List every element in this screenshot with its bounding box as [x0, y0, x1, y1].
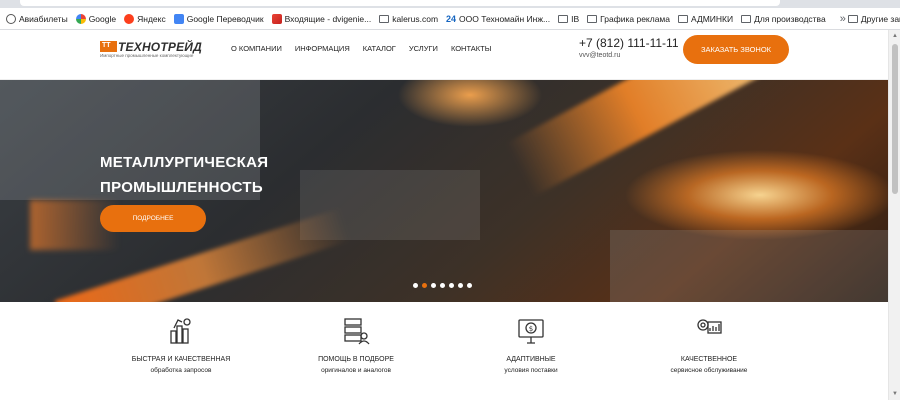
nav-catalog[interactable]: КАТАЛОГ [363, 44, 396, 53]
feature-title: БЫСТРАЯ И КАЧЕСТВЕННАЯ [131, 356, 231, 363]
folder-icon [587, 14, 598, 23]
main-nav: О КОМПАНИИ ИНФОРМАЦИЯ КАТАЛОГ УСЛУГИ КОН… [231, 44, 491, 53]
bookmark-google-translate[interactable]: Google Переводчик [173, 13, 264, 24]
nav-services[interactable]: УСЛУГИ [409, 44, 438, 53]
feature-help-selection: ПОМОЩЬ В ПОДБОРЕ оригиналов и аналогов [276, 316, 436, 374]
bookmark-google[interactable]: Google [75, 13, 116, 24]
folder-icon [558, 14, 569, 23]
feature-subtitle: условия поставки [504, 367, 558, 374]
hand-icon [170, 318, 191, 344]
feature-subtitle: сервисное обслуживание [670, 367, 748, 374]
hero-rollers [610, 230, 888, 302]
bookmark-production[interactable]: Для производства [741, 14, 826, 24]
slider-dot[interactable] [413, 283, 418, 288]
feature-quality-service: КАЧЕСТВЕННОЕ сервисное обслуживание [629, 316, 789, 374]
nav-info[interactable]: ИНФОРМАЦИЯ [295, 44, 350, 53]
slider-dot[interactable] [440, 283, 445, 288]
site-header: TT ТЕХНОТРЕЙД Импортные промышленные ком… [0, 30, 888, 80]
nav-about[interactable]: О КОМПАНИИ [231, 44, 282, 53]
globe-icon [6, 13, 16, 24]
svg-text:$: $ [529, 325, 533, 333]
browser-tab-strip [0, 0, 900, 8]
logo[interactable]: TT ТЕХНОТРЕЙД Импортные промышленные ком… [100, 40, 206, 59]
feature-subtitle: оригиналов и аналогов [321, 367, 391, 374]
folder-icon [847, 14, 858, 23]
slider-dot[interactable] [458, 283, 463, 288]
features-section: БЫСТРАЯ И КАЧЕСТВЕННАЯ обработка запросо… [0, 302, 888, 400]
bookmark-yandex[interactable]: Яндекс [124, 13, 166, 24]
scroll-down-arrow-icon[interactable]: ▼ [892, 391, 898, 397]
folder-icon [741, 14, 752, 23]
monitor-money-icon: $ [518, 319, 544, 344]
page-scrollbar[interactable]: ▲ ▼ [888, 30, 900, 400]
slider-dot[interactable] [431, 283, 436, 288]
hero-more-button[interactable]: ПОДРОБНЕЕ [100, 205, 206, 232]
bookmark-gmail[interactable]: Входящие - dvigenie... [271, 13, 371, 24]
google-icon [75, 13, 86, 24]
feature-title: ПОМОЩЬ В ПОДБОРЕ [318, 356, 394, 363]
scroll-thumb[interactable] [892, 44, 898, 194]
yandex-icon [124, 13, 135, 24]
slider-dot[interactable] [449, 283, 454, 288]
hero-title: МЕТАЛЛУРГИЧЕСКАЯ ПРОМЫШЛЕННОСТЬ [100, 154, 269, 196]
slider-dot[interactable] [467, 283, 472, 288]
feature-title: АДАПТИВНЫЕ [506, 356, 556, 363]
bookmarks-bar: Авиабилеты Google Яндекс Google Переводч… [0, 8, 900, 30]
folder-icon [678, 14, 688, 23]
bookmark-grafika[interactable]: Графика реклама [587, 14, 670, 24]
feature-adaptive-terms: $ АДАПТИВНЫЕ условия поставки [451, 316, 611, 374]
folder-icon [379, 14, 390, 23]
feature-fast-processing: БЫСТРАЯ И КАЧЕСТВЕННАЯ обработка запросо… [101, 316, 261, 374]
bookmark-technomine[interactable]: 24 ООО Техномайн Инж... [446, 14, 550, 24]
server-user-icon [344, 318, 370, 345]
bookmark-kalerus[interactable]: kalerus.com [379, 14, 438, 24]
bookmark-other[interactable]: Другие закладки [847, 14, 900, 24]
address-bar[interactable] [20, 0, 780, 6]
scroll-up-arrow-icon[interactable]: ▲ [892, 33, 898, 39]
hero-banner: МЕТАЛЛУРГИЧЕСКАЯ ПРОМЫШЛЕННОСТЬ ПОДРОБНЕ… [0, 80, 888, 302]
feature-title: КАЧЕСТВЕННОЕ [680, 356, 738, 363]
request-call-button[interactable]: ЗАКАЗАТЬ ЗВОНОК [683, 35, 789, 64]
logo-name: ТЕХНОТРЕЙД [118, 40, 202, 54]
gear-chart-icon [697, 319, 722, 334]
nav-contacts[interactable]: КОНТАКТЫ [451, 44, 491, 53]
hero-hot-metal [505, 80, 764, 197]
bookmark-aviabilety[interactable]: Авиабилеты [6, 13, 68, 24]
gmail-icon [271, 13, 282, 24]
bookmark-ib[interactable]: IB [558, 14, 579, 24]
logo-mark: TT [100, 41, 117, 52]
email-link[interactable]: vvv@teotd.ru [579, 52, 620, 59]
feature-subtitle: обработка запросов [150, 367, 212, 374]
slider-dots [413, 283, 472, 288]
phone-number[interactable]: +7 (812) 111-11-11 [579, 36, 679, 50]
translate-icon [173, 13, 184, 24]
bookmark-adminki[interactable]: АДМИНКИ [678, 14, 733, 24]
bookmarks-overflow-button[interactable]: » [840, 13, 846, 25]
logo-tagline: Импортные промышленные комплектующие [100, 53, 194, 58]
n24-icon: 24 [446, 13, 457, 24]
slider-dot-active[interactable] [422, 283, 427, 288]
